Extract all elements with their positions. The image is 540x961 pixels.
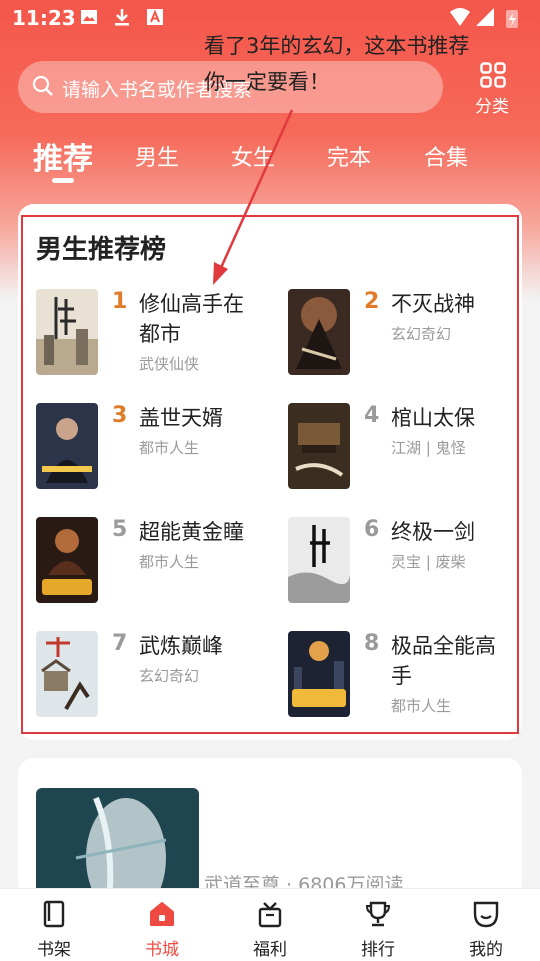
nav-ranking[interactable]: 排行 <box>338 889 418 961</box>
nav-welfare[interactable]: 福利 <box>230 889 310 961</box>
system-indicators <box>450 8 518 28</box>
nav-label: 书城 <box>145 940 179 960</box>
download-icon <box>115 9 129 26</box>
nav-label: 福利 <box>253 940 287 960</box>
nav-bookshelf[interactable]: 书架 <box>14 889 94 961</box>
tab-male[interactable]: 男生 <box>135 140 179 172</box>
annotation-highlight-box <box>21 215 519 734</box>
nav-label: 书架 <box>37 940 71 960</box>
channel-tabs: 推荐 男生 女生 完本 合集 <box>0 134 540 194</box>
profile-icon <box>473 901 499 928</box>
trophy-icon <box>365 901 391 927</box>
tab-completed[interactable]: 完本 <box>327 140 371 172</box>
featured-book-blurb: 看了3年的玄幻，这本书推荐你一定要看！ <box>204 34 470 94</box>
nav-label: 排行 <box>361 940 395 960</box>
tab-female[interactable]: 女生 <box>231 140 275 172</box>
tab-collection[interactable]: 合集 <box>424 140 468 172</box>
gift-icon <box>258 902 282 928</box>
signal-icon <box>476 8 494 26</box>
bookshelf-icon <box>43 900 65 928</box>
active-tab-indicator <box>52 178 74 183</box>
bottom-navigation: 书架 书城 福利 排行 我的 <box>0 888 540 961</box>
tab-recommend[interactable]: 推荐 <box>33 134 93 178</box>
bookstore-icon <box>150 902 174 926</box>
nav-profile[interactable]: 我的 <box>446 889 526 961</box>
nav-bookstore[interactable]: 书城 <box>122 889 202 961</box>
search-icon <box>32 75 53 96</box>
image-icon <box>81 10 97 24</box>
wifi-icon <box>450 8 470 26</box>
nav-label: 我的 <box>469 940 503 960</box>
featured-book-cover <box>36 788 199 898</box>
text-icon <box>147 9 163 25</box>
status-time: 11:23 <box>12 6 76 30</box>
